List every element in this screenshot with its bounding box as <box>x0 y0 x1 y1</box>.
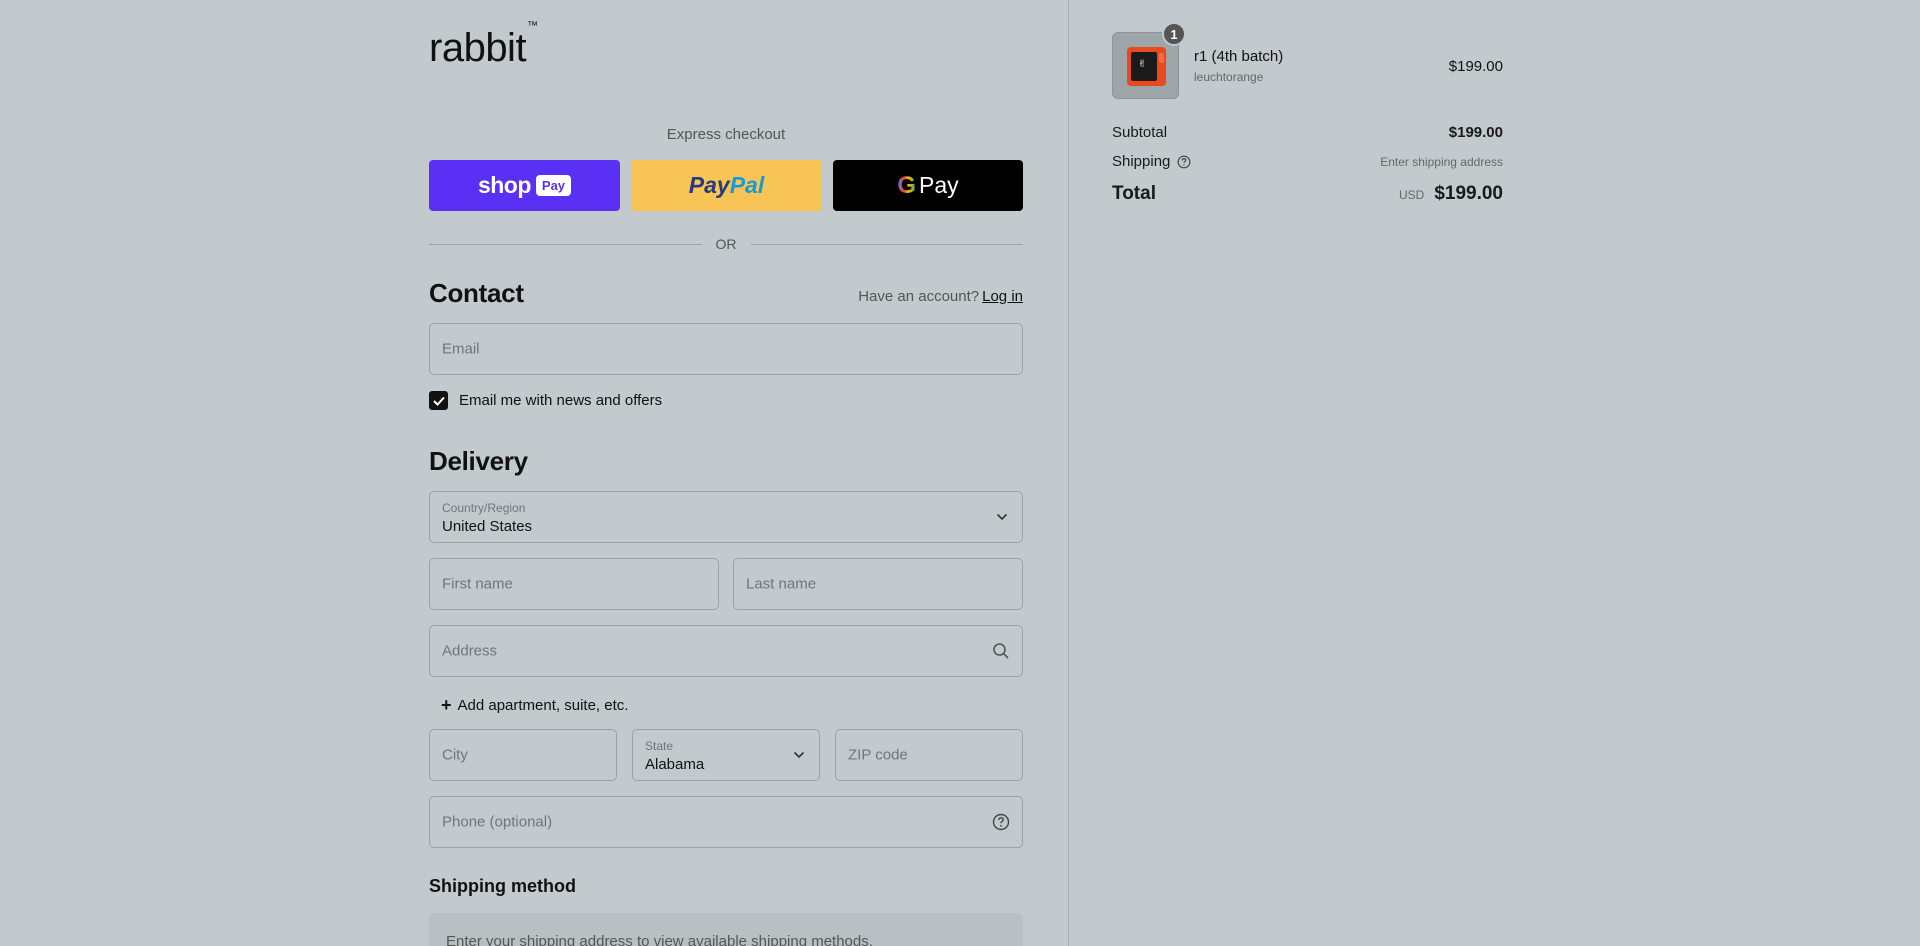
search-icon <box>993 643 1009 659</box>
newsletter-label: Email me with news and offers <box>459 392 663 409</box>
total-value-group: USD $199.00 <box>1399 183 1503 205</box>
product-thumbnail: ✌ 1 <box>1112 22 1186 99</box>
help-icon[interactable] <box>1177 155 1191 169</box>
first-name-placeholder: First name <box>442 575 513 593</box>
product-name: r1 (4th batch) <box>1194 48 1284 65</box>
or-text: OR <box>715 236 737 252</box>
country-value: United States <box>442 518 533 535</box>
column-divider <box>1068 0 1069 946</box>
product-variant: leuchtorange <box>1194 70 1264 84</box>
paypal-pal-text: Pal <box>729 172 765 198</box>
phone-placeholder: Phone (optional) <box>442 813 553 831</box>
subtotal-value: $199.00 <box>1448 124 1503 141</box>
plus-icon: + <box>441 695 452 715</box>
email-placeholder: Email <box>442 340 480 358</box>
rabbit-glyph-icon: ✌ <box>1138 59 1147 70</box>
quantity-badge: 1 <box>1162 22 1186 46</box>
state-label: State <box>645 739 674 753</box>
shop-pay-button[interactable]: shop Pay <box>429 160 620 211</box>
or-line-right <box>750 243 1023 245</box>
email-field[interactable]: Email <box>429 323 1023 375</box>
zip-placeholder: ZIP code <box>848 746 908 764</box>
city-placeholder: City <box>442 746 468 764</box>
address-field[interactable]: Address <box>429 625 1023 677</box>
add-apartment-link[interactable]: + Add apartment, suite, etc. <box>441 695 628 716</box>
logo-trademark: ™ <box>527 19 538 32</box>
shipping-method-notice: Enter your shipping address to view avai… <box>429 913 1023 946</box>
total-value: $199.00 <box>1434 183 1503 204</box>
country-select[interactable]: Country/Region United States <box>429 491 1023 543</box>
r1-device-image: ✌ <box>1127 47 1166 86</box>
shop-pay-shop-text: shop <box>477 172 531 198</box>
last-name-field[interactable]: Last name <box>733 558 1023 610</box>
paypal-button[interactable]: Pay Pal <box>631 160 822 211</box>
chevron-down-icon <box>996 513 1008 521</box>
zip-code-field[interactable]: ZIP code <box>835 729 1023 781</box>
checkout-page: rabbit™ Express checkout shop Pay Pay Pal… <box>0 0 1920 946</box>
shipping-label: Shipping <box>1112 153 1171 170</box>
or-line-left <box>429 243 702 245</box>
first-name-field[interactable]: First name <box>429 558 719 610</box>
have-account-text: Have an account? Log in <box>858 288 1023 305</box>
logo-text: rabbit <box>429 26 527 70</box>
shipping-method-heading: Shipping method <box>429 876 576 896</box>
state-select[interactable]: State Alabama <box>632 729 820 781</box>
currency-code: USD <box>1398 188 1425 202</box>
help-icon[interactable] <box>992 813 1010 831</box>
product-price: $199.00 <box>1448 58 1503 75</box>
add-apartment-label: Add apartment, suite, etc. <box>457 697 629 714</box>
google-pay-button[interactable]: G Pay <box>833 160 1023 211</box>
address-placeholder: Address <box>442 642 498 660</box>
checkmark-icon <box>432 396 445 406</box>
newsletter-checkbox[interactable] <box>429 391 448 410</box>
subtotal-label: Subtotal <box>1112 124 1168 141</box>
rabbit-logo[interactable]: rabbit™ <box>429 20 538 71</box>
login-link[interactable]: Log in <box>982 288 1023 305</box>
delivery-heading: Delivery <box>429 446 528 476</box>
country-label: Country/Region <box>442 501 526 515</box>
newsletter-row[interactable]: Email me with news and offers <box>429 391 662 410</box>
phone-field[interactable]: Phone (optional) <box>429 796 1023 848</box>
state-value: Alabama <box>645 756 705 773</box>
shipping-value: Enter shipping address <box>1380 155 1503 169</box>
shop-pay-pay-text: Pay <box>535 175 572 196</box>
google-pay-text: Pay <box>919 172 959 198</box>
contact-heading: Contact <box>429 278 524 308</box>
city-field[interactable]: City <box>429 729 617 781</box>
have-account-label: Have an account? <box>858 288 980 305</box>
shipping-label-group: Shipping <box>1112 153 1191 170</box>
express-checkout-label: Express checkout <box>666 126 786 143</box>
google-g-icon: G <box>897 171 917 199</box>
chevron-down-icon <box>793 751 805 759</box>
paypal-pay-text: Pay <box>688 172 730 198</box>
device-scroll-wheel <box>1159 53 1164 63</box>
total-label: Total <box>1112 183 1156 204</box>
shipping-method-notice-text: Enter your shipping address to view avai… <box>446 933 873 946</box>
or-divider: OR <box>429 236 1023 252</box>
last-name-placeholder: Last name <box>746 575 817 593</box>
